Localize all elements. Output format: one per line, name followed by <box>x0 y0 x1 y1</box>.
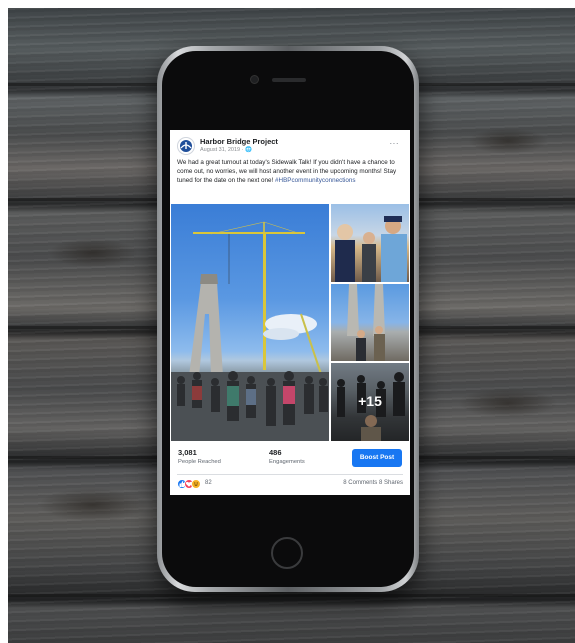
reaction-count[interactable]: 82 <box>205 480 212 486</box>
photo-visitors-closeup[interactable] <box>331 204 409 282</box>
front-camera <box>250 75 259 84</box>
screen-bottom-bezel <box>170 495 410 513</box>
more-options-icon[interactable]: ··· <box>390 139 400 148</box>
people-reached-value: 3,081 <box>178 448 197 457</box>
divider <box>177 474 403 475</box>
hashtag-link[interactable]: #HBPcommunityconnections <box>275 177 356 184</box>
post-timestamp[interactable]: August 31, 2019 · 🌐 <box>200 147 252 153</box>
photo-bridge-crowd[interactable] <box>331 284 409 361</box>
more-photos-count[interactable]: +15 <box>331 393 409 409</box>
photo-bridge-tower[interactable] <box>171 204 329 441</box>
boost-post-button[interactable]: Boost Post <box>352 449 402 467</box>
post-text: We had a great turnout at today's Sidewa… <box>177 158 405 185</box>
people-reached-label: People Reached <box>178 459 221 465</box>
phone-screen: Harbor Bridge Project August 31, 2019 · … <box>170 130 410 495</box>
post-header: Harbor Bridge Project August 31, 2019 · … <box>177 136 403 160</box>
photo-grid: +15 <box>171 204 409 441</box>
post-insights: 3,081 People Reached 486 Engagements Boo… <box>177 448 403 470</box>
page-name-link[interactable]: Harbor Bridge Project <box>200 137 278 146</box>
photo-more[interactable]: +15 <box>331 363 409 441</box>
engagements-value: 486 <box>269 448 282 457</box>
page-avatar[interactable] <box>177 137 195 155</box>
reactions-bar: 82 8 Comments 8 Shares <box>177 479 403 491</box>
haha-reaction-icon <box>191 479 201 489</box>
home-button[interactable] <box>271 537 303 569</box>
reaction-icons[interactable] <box>177 479 203 489</box>
comments-shares-count[interactable]: 8 Comments 8 Shares <box>343 480 403 486</box>
engagements-label: Engagements <box>269 459 305 465</box>
earpiece-speaker <box>272 78 306 82</box>
